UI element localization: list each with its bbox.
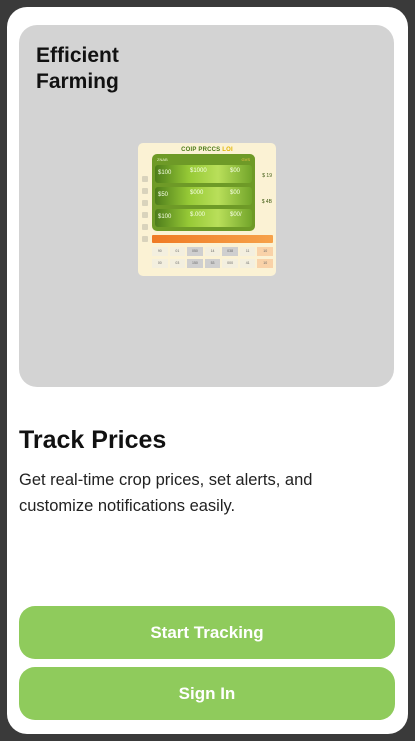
illustration-grid-row: 90 01 050 14 038 11 10: [152, 247, 274, 256]
price-row: $100 $.000 $00/: [155, 209, 252, 227]
panel-header: ZNAB GVS: [157, 157, 250, 162]
sign-in-button[interactable]: Sign In: [19, 667, 395, 720]
illustration-grid-row: 00 03 150 53 000 41 10: [152, 259, 274, 268]
onboarding-screen: Efficient Farming COIP PRCCS LOI ZNAB GV…: [7, 7, 408, 734]
page-heading: Track Prices: [19, 426, 167, 454]
crop-prices-illustration: COIP PRCCS LOI ZNAB GVS $100 $1000 $00 $…: [138, 143, 276, 276]
hero-title: Efficient Farming: [36, 44, 119, 93]
feature-description: Get real-time crop prices, set alerts, a…: [19, 471, 313, 515]
side-price-value: $ 4B: [261, 199, 272, 205]
price-row: $100 $1000 $00: [155, 165, 252, 183]
start-tracking-button[interactable]: Start Tracking: [19, 606, 395, 659]
illustration-sidebar: [142, 176, 149, 252]
price-row: $50 $000 $00: [155, 187, 252, 205]
phone-frame: Efficient Farming COIP PRCCS LOI ZNAB GV…: [0, 0, 415, 741]
illustration-orange-bar: [152, 235, 273, 243]
illustration-price-panel: ZNAB GVS $100 $1000 $00 $50 $000 $00 $10…: [152, 154, 255, 231]
side-price-value: $ 19: [262, 173, 272, 179]
hero-card: Efficient Farming COIP PRCCS LOI ZNAB GV…: [19, 25, 394, 387]
illustration-title: COIP PRCCS LOI: [181, 147, 233, 153]
